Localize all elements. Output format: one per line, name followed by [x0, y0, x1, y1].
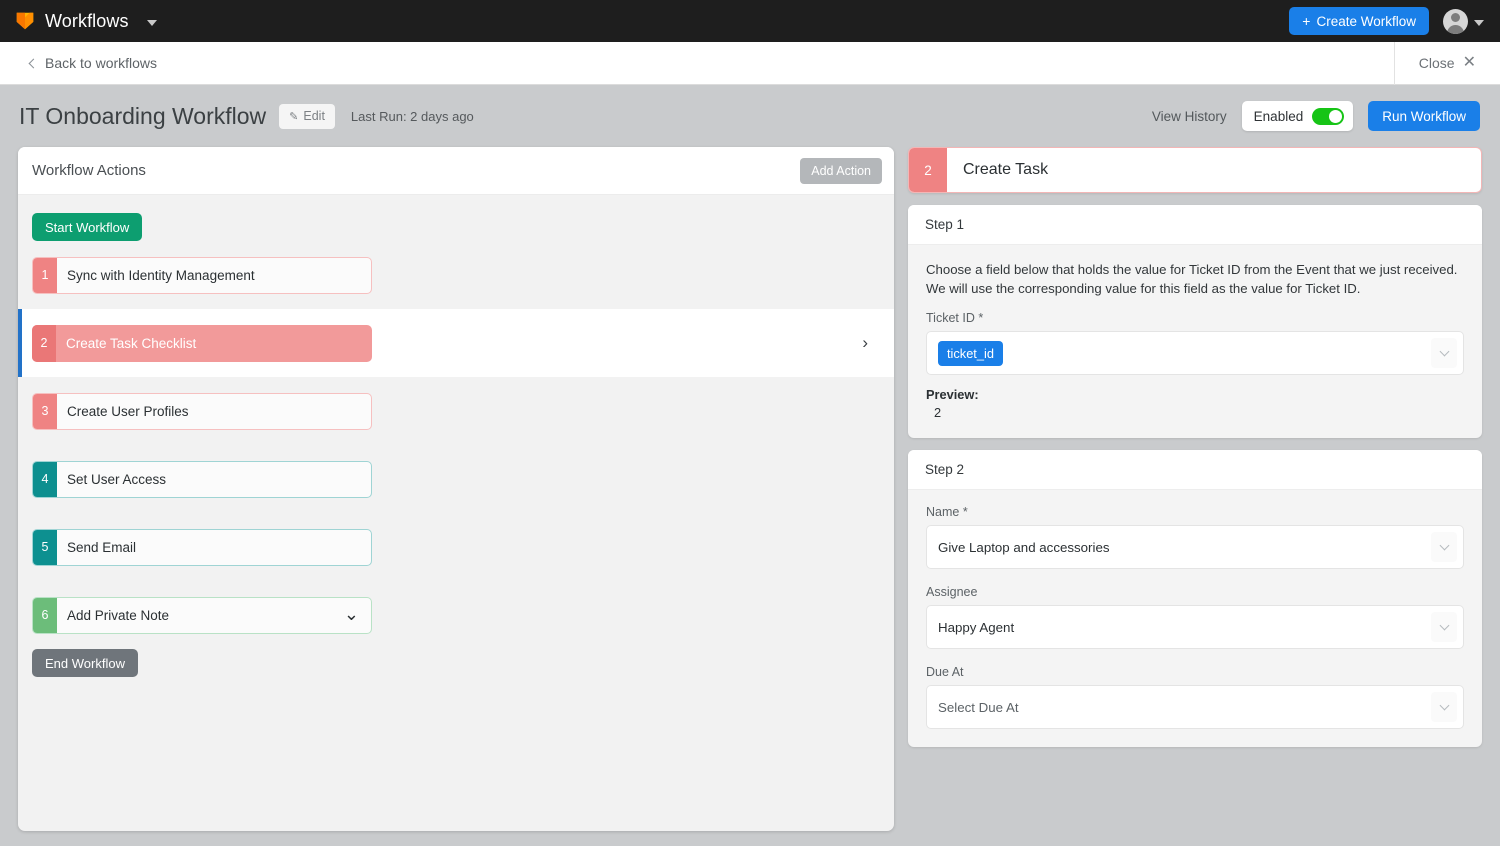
workflow-actions-title: Workflow Actions — [32, 162, 146, 179]
action-chip[interactable]: 6 Add Private Note ⌄ — [32, 596, 372, 634]
field-label: Name * — [926, 505, 968, 520]
page-header-actions: View History Enabled Run Workflow — [1152, 101, 1480, 131]
preview-value: 2 — [934, 405, 942, 421]
action-number-badge: 5 — [33, 529, 57, 565]
form-field: Name * Give Laptop and accessories — [926, 505, 1464, 570]
account-menu[interactable] — [1443, 8, 1484, 34]
main-content: Workflow Actions Add Action Start Workfl… — [0, 147, 1500, 831]
action-chip[interactable]: 3 Create User Profiles — [32, 392, 372, 430]
chevron-down-icon[interactable] — [1431, 612, 1457, 643]
step-2-body: Name * Give Laptop and accessories Assigne… — [908, 490, 1482, 747]
chevron-left-icon — [28, 58, 39, 68]
action-number-badge: 6 — [33, 597, 57, 633]
action-row[interactable]: 2 Create Task Checklist › — [18, 309, 894, 377]
action-label: Add Private Note — [67, 607, 170, 623]
step-1-description: Choose a field below that holds the valu… — [926, 262, 1458, 297]
action-label: Send Email — [67, 539, 137, 555]
action-chip[interactable]: 4 Set User Access — [32, 460, 372, 498]
chevron-down-icon[interactable] — [1431, 532, 1457, 563]
page-header: IT Onboarding Workflow ✎ Edit Last Run: … — [0, 85, 1500, 147]
back-to-workflows-label: Back to workflows — [45, 55, 158, 71]
close-x-icon: ✕ — [1462, 54, 1476, 71]
chevron-down-icon[interactable]: ⌄ — [344, 598, 371, 633]
chevron-down-icon[interactable] — [1474, 19, 1484, 26]
pencil-icon: ✎ — [289, 110, 299, 123]
add-action-button[interactable]: Add Action — [800, 157, 882, 184]
action-label: Create Task Checklist — [66, 335, 197, 351]
freshworks-logo-icon — [16, 12, 34, 30]
workflow-actions-panel: Workflow Actions Add Action Start Workfl… — [18, 147, 894, 831]
action-number-badge: 3 — [33, 393, 57, 429]
action-row[interactable]: 6 Add Private Note ⌄ — [18, 581, 894, 649]
chevron-down-icon[interactable] — [1431, 692, 1457, 723]
workflow-actions-list: Start Workflow 1 Sync with Identity Manag… — [18, 195, 894, 831]
step-2-card: Step 2 Name * Give Laptop and accessories… — [908, 450, 1482, 748]
ticket-id-label: Ticket ID * — [926, 311, 984, 326]
select-field[interactable]: Give Laptop and accessories — [926, 525, 1464, 570]
workflow-actions-header: Workflow Actions Add Action — [18, 147, 894, 195]
action-number-badge: 1 — [33, 257, 57, 293]
chevron-down-icon[interactable] — [1431, 338, 1457, 369]
action-chip[interactable]: 2 Create Task Checklist — [32, 324, 372, 362]
select-field[interactable]: Select Due At — [926, 685, 1464, 730]
avatar[interactable] — [1443, 8, 1468, 34]
action-row[interactable]: 3 Create User Profiles — [18, 377, 894, 445]
ticket-id-token[interactable]: ticket_id — [938, 340, 1003, 366]
plus-icon: + — [1302, 13, 1311, 29]
action-detail-title: Create Task — [963, 161, 1049, 178]
field-label: Due At — [926, 665, 964, 680]
run-workflow-button[interactable]: Run Workflow — [1368, 101, 1480, 131]
form-field: Assignee Happy Agent — [926, 585, 1464, 650]
enabled-toggle[interactable]: Enabled — [1241, 101, 1354, 131]
step-1-title: Step 1 — [908, 205, 1482, 245]
preview-label: Preview: — [926, 387, 979, 403]
action-row[interactable]: 5 Send Email — [18, 513, 894, 581]
toggle-switch[interactable] — [1312, 107, 1345, 125]
close-label: Close — [1418, 55, 1455, 71]
edit-label: Edit — [303, 109, 325, 123]
chevron-down-icon[interactable] — [146, 19, 157, 26]
view-history-link[interactable]: View History — [1152, 109, 1227, 124]
action-row[interactable]: 4 Set User Access — [18, 445, 894, 513]
form-field: Due At Select Due At — [926, 665, 1464, 730]
end-workflow-node[interactable]: End Workflow — [32, 649, 138, 677]
step-2-title: Step 2 — [908, 450, 1482, 491]
create-workflow-label: Create Workflow — [1316, 13, 1416, 29]
top-navigation-bar: Workflows + Create Workflow — [0, 0, 1500, 42]
select-field[interactable]: Happy Agent — [926, 605, 1464, 650]
breadcrumb-bar: Back to workflows Close ✕ — [0, 41, 1500, 85]
edit-title-button[interactable]: ✎ Edit — [279, 103, 335, 129]
brand-area[interactable]: Workflows — [14, 10, 157, 32]
action-rows-host: 1 Sync with Identity Management 2 Create Ta… — [18, 241, 894, 649]
action-chip[interactable]: 5 Send Email — [32, 528, 372, 566]
create-workflow-button[interactable]: + Create Workflow — [1289, 7, 1429, 35]
last-run-text: Last Run: 2 days ago — [350, 108, 474, 124]
field-label: Assignee — [926, 585, 978, 600]
product-title: Workflows — [45, 10, 129, 31]
page-title: IT Onboarding Workflow — [19, 102, 267, 129]
select-value: Select Due At — [938, 699, 1019, 715]
back-to-workflows-link[interactable]: Back to workflows — [28, 55, 158, 71]
select-value: Give Laptop and accessories — [938, 539, 1110, 555]
top-bar-actions: + Create Workflow — [1289, 7, 1488, 35]
step-1-card: Step 1 Choose a field below that holds t… — [908, 205, 1482, 439]
action-detail-header[interactable]: 2 Create Task — [908, 147, 1482, 193]
action-label: Sync with Identity Management — [67, 267, 255, 283]
action-number-badge: 2 — [32, 324, 56, 362]
action-number-badge: 4 — [33, 461, 57, 497]
action-detail-number: 2 — [909, 148, 947, 192]
action-detail-panel: 2 Create Task Step 1 Choose a field belo… — [908, 147, 1482, 831]
chevron-right-icon[interactable]: › — [862, 333, 868, 353]
enabled-toggle-label: Enabled — [1253, 108, 1304, 124]
step-1-body: Choose a field below that holds the valu… — [908, 245, 1482, 438]
ticket-id-select[interactable]: ticket_id — [926, 331, 1464, 376]
close-button[interactable]: Close ✕ — [1393, 41, 1500, 85]
action-label: Set User Access — [67, 471, 167, 487]
start-workflow-node[interactable]: Start Workflow — [32, 213, 143, 241]
select-value: Happy Agent — [938, 619, 1015, 635]
action-row[interactable]: 1 Sync with Identity Management — [18, 241, 894, 309]
action-label: Create User Profiles — [67, 403, 189, 419]
action-chip[interactable]: 1 Sync with Identity Management — [32, 256, 372, 294]
